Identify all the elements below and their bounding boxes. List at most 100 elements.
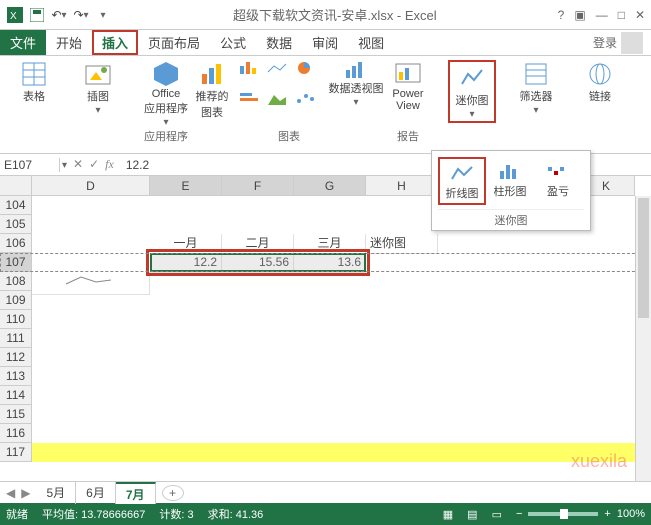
close-icon[interactable]: ✕ [635,8,645,22]
cell[interactable]: 12.2 [150,253,222,273]
col-header[interactable]: G [294,176,366,196]
row-header[interactable]: 114 [0,386,32,405]
tab-next-icon[interactable]: ▶ [21,486,30,500]
avatar-placeholder-icon [621,32,643,54]
sparkline-dropdown-label: 迷你图 [438,209,584,228]
chart-pie-icon[interactable] [294,60,320,89]
row-header[interactable]: 104 [0,196,32,215]
view-normal-icon[interactable]: ▦ [443,508,453,521]
row-header[interactable]: 106 [0,234,32,253]
status-bar: 就绪 平均值: 13.78666667 计数: 3 求和: 41.36 ▦ ▤ … [0,503,651,525]
sheet-tabs: ◀ ▶ 5月 6月 7月 + [0,481,651,503]
row-header[interactable]: 117 [0,443,32,462]
row-header[interactable]: 109 [0,291,32,310]
sheet-tab-jun[interactable]: 6月 [76,482,116,504]
row-header[interactable]: 115 [0,405,32,424]
link-button[interactable]: 链接 [576,60,624,104]
view-break-icon[interactable]: ▭ [492,508,502,521]
worksheet-grid[interactable]: 104 105 106 107 108 109 110 111 112 113 … [0,196,651,481]
sparkline-button[interactable]: 迷你图▾ [448,60,496,123]
window-title: 超级下载软文资讯-安卓.xlsx - Excel [112,5,558,24]
tab-prev-icon[interactable]: ◀ [6,486,15,500]
cell[interactable]: 15.56 [222,253,294,273]
recommended-charts-button[interactable]: 推荐的 图表 [190,60,234,120]
report-group-label: 报告 [397,128,419,144]
power-view-button[interactable]: Power View [384,60,432,112]
sparkline-line-option[interactable]: 折线图 [438,157,486,205]
sheet-tab-jul[interactable]: 7月 [116,482,156,504]
menu-data[interactable]: 数据 [256,30,302,55]
ribbon-opts-icon[interactable]: ▣ [574,8,585,22]
new-sheet-button[interactable]: + [162,485,184,501]
chart-line-icon[interactable] [266,60,292,89]
text-button[interactable]: A文本▾ [640,60,651,115]
cell[interactable]: 13.6 [294,253,366,273]
chart-area-icon[interactable] [266,91,292,120]
charts-group-label: 图表 [278,128,300,144]
ribbon: 表格 插图▾ Office 应用程序▾ 应用程序 推荐的 图表 数据透视图▾ 图… [0,56,651,154]
undo-icon[interactable]: ↶▾ [50,6,68,24]
menu-formula[interactable]: 公式 [210,30,256,55]
slicer-button[interactable]: 筛选器▾ [512,60,560,115]
cell[interactable]: 一月 [150,234,222,254]
table-button[interactable]: 表格 [10,60,58,104]
zoom-in-icon[interactable]: + [604,508,610,520]
row-header[interactable]: 112 [0,348,32,367]
highlighted-row [32,443,651,462]
name-box[interactable]: E107 [0,158,60,172]
col-header[interactable]: D [32,176,150,196]
svg-text:X: X [10,11,17,22]
select-all-corner[interactable] [0,176,32,196]
excel-icon: X [6,6,24,24]
illustrations-button[interactable]: 插图▾ [74,60,122,115]
row-header[interactable]: 111 [0,329,32,348]
row-header[interactable]: 105 [0,215,32,234]
login-link[interactable]: 登录 [585,30,651,55]
minimize-icon[interactable]: ― [596,8,608,22]
accept-formula-icon[interactable]: ✓ [89,157,99,172]
row-header[interactable]: 108 [0,272,32,291]
sparkline-column-option[interactable]: 柱形图 [486,157,534,205]
row-header[interactable]: 107 [0,253,32,272]
vertical-scrollbar[interactable] [635,196,651,481]
sparkline-winloss-option[interactable]: 盈亏 [534,157,582,205]
chart-bar-icon[interactable] [238,60,264,89]
status-ready: 就绪 [6,506,28,522]
col-header[interactable]: F [222,176,294,196]
apps-group-label: 应用程序 [144,128,188,144]
cancel-formula-icon[interactable]: ✕ [73,157,83,172]
menu-view[interactable]: 视图 [348,30,394,55]
fx-icon[interactable]: fx [105,157,114,172]
zoom-level[interactable]: 100% [617,508,645,520]
chart-scatter-icon[interactable] [294,91,320,120]
redo-icon[interactable]: ↷▾ [72,6,90,24]
sparkline-preview [32,272,150,295]
zoom-control[interactable]: − + 100% [516,508,645,520]
cell[interactable]: 二月 [222,234,294,254]
menu-layout[interactable]: 页面布局 [138,30,210,55]
help-icon[interactable]: ? [558,8,565,22]
cell[interactable]: 三月 [294,234,366,254]
menu-start[interactable]: 开始 [46,30,92,55]
view-page-icon[interactable]: ▤ [467,508,477,521]
chart-hbar-icon[interactable] [238,91,264,120]
sheet-tab-may[interactable]: 5月 [36,482,76,504]
name-box-dropdown-icon[interactable]: ▾ [62,160,67,171]
col-header[interactable]: E [150,176,222,196]
save-icon[interactable] [28,6,46,24]
status-count: 计数: 3 [159,506,193,522]
maximize-icon[interactable]: □ [618,8,625,22]
menu-review[interactable]: 审阅 [302,30,348,55]
menu-file[interactable]: 文件 [0,30,46,55]
formula-input[interactable]: 12.2 [120,158,155,172]
zoom-out-icon[interactable]: − [516,508,522,520]
row-header[interactable]: 110 [0,310,32,329]
menu-insert[interactable]: 插入 [92,30,138,55]
row-header[interactable]: 113 [0,367,32,386]
office-apps-button[interactable]: Office 应用程序▾ [138,60,194,127]
status-average: 平均值: 13.78666667 [42,506,145,522]
col-header[interactable]: H [366,176,438,196]
cell[interactable]: 迷你图 [366,234,438,254]
row-header[interactable]: 116 [0,424,32,443]
qat-more-icon[interactable]: ▾ [94,6,112,24]
